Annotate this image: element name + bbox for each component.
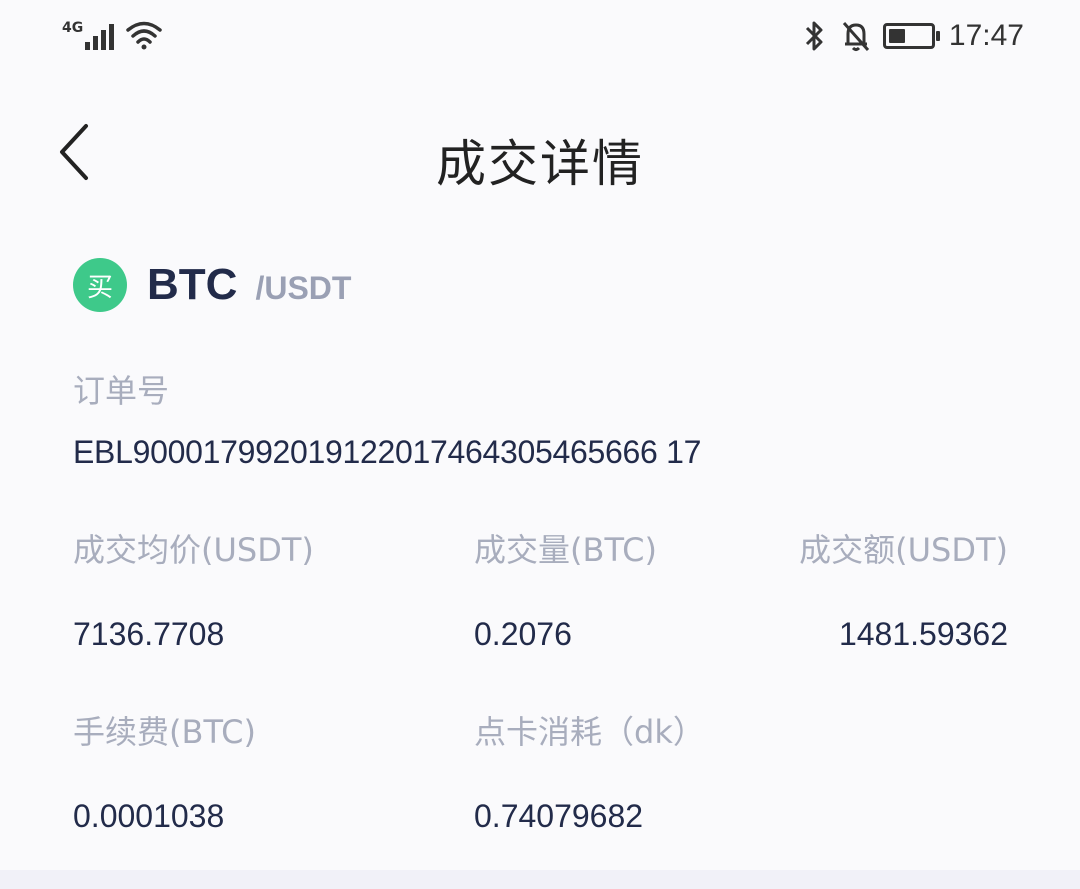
avg-price-value: 7136.7708 bbox=[73, 616, 225, 652]
network-type: 4G bbox=[62, 20, 84, 36]
amount-label: 成交额(USDT) bbox=[799, 531, 1008, 569]
pair-base: BTC bbox=[147, 260, 238, 309]
battery-icon bbox=[882, 23, 940, 49]
fee-label: 手续费(BTC) bbox=[73, 713, 256, 751]
bell-muted-icon bbox=[842, 22, 870, 51]
wifi-icon bbox=[126, 21, 162, 50]
pair-quote: /USDT bbox=[255, 269, 352, 306]
volume-value: 0.2076 bbox=[474, 616, 572, 652]
order-number-value: EBL900017992019122017464305465666 17 bbox=[73, 434, 702, 470]
fee-value: 0.0001038 bbox=[73, 798, 225, 834]
pair-header: 买 BTC /USDT bbox=[73, 258, 351, 312]
page-title: 成交详情 bbox=[436, 135, 644, 193]
card-consumption-value: 0.74079682 bbox=[474, 798, 644, 834]
clock: 17:47 bbox=[948, 19, 1024, 52]
trade-detail-screen: 4G 17:47 成交详情 买 BTC /USDT 订单号 EBL9000179… bbox=[0, 0, 1080, 889]
status-right: 17:47 bbox=[803, 18, 1024, 54]
battery-fill bbox=[888, 29, 905, 43]
order-number-label: 订单号 bbox=[73, 372, 170, 410]
volume-label: 成交量(BTC) bbox=[474, 531, 657, 569]
amount-value: 1481.59362 bbox=[838, 616, 1008, 652]
avg-price-label: 成交均价(USDT) bbox=[73, 531, 314, 569]
bottom-strip bbox=[0, 870, 1080, 889]
bluetooth-icon bbox=[805, 21, 823, 51]
nav-bar: 成交详情 bbox=[0, 90, 1080, 220]
signal-icon bbox=[85, 20, 117, 50]
buy-badge: 买 bbox=[73, 258, 127, 312]
status-left: 4G bbox=[62, 20, 163, 50]
status-bar: 4G 17:47 bbox=[0, 0, 1080, 76]
card-consumption-label: 点卡消耗（dk） bbox=[474, 713, 705, 751]
